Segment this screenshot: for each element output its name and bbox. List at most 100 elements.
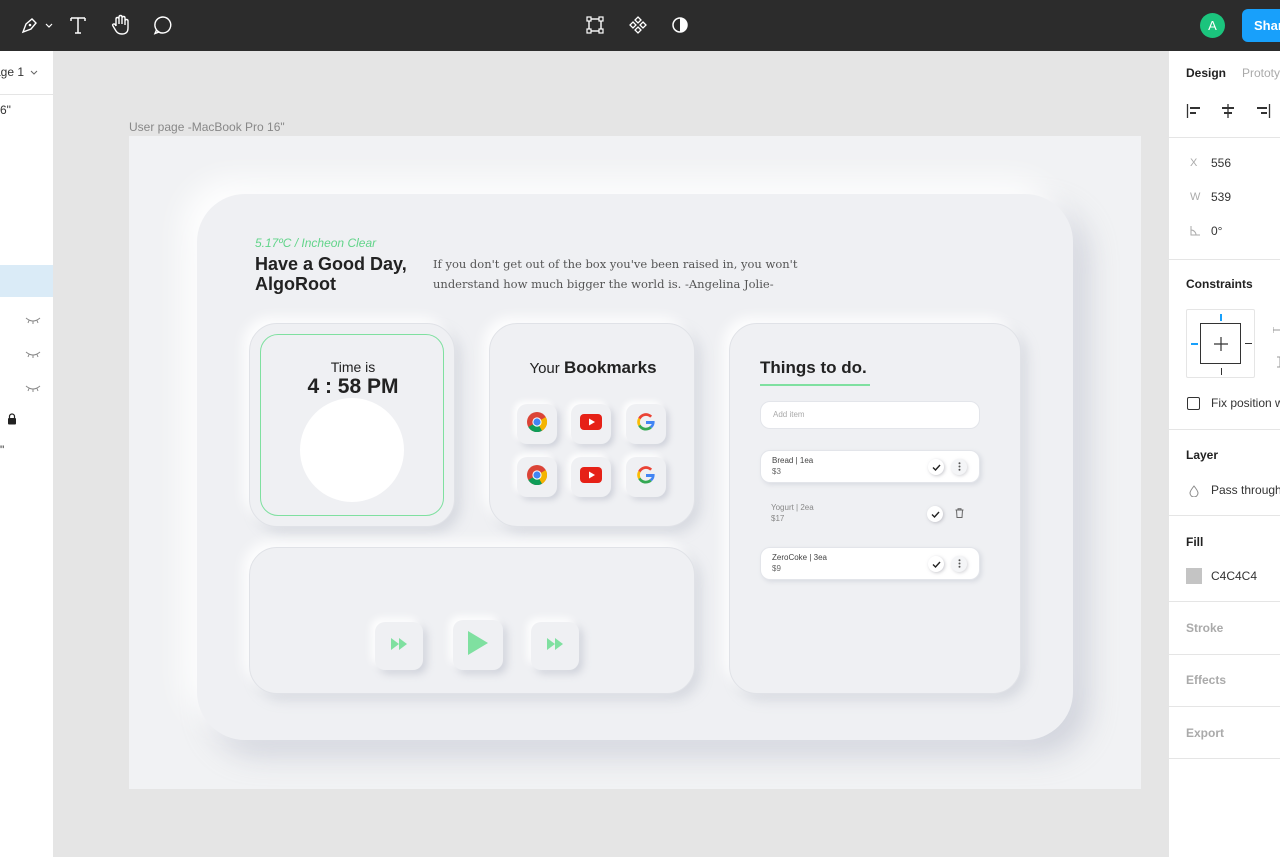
constraints-widget[interactable] [1186, 309, 1255, 378]
todo-item[interactable]: Yogurt | 2ea $17 [760, 498, 980, 531]
effects-title[interactable]: Effects [1186, 673, 1226, 687]
page-selector[interactable]: Page 1 [0, 65, 38, 79]
check-icon [932, 555, 941, 573]
more-vertical-icon [958, 458, 961, 476]
blend-mode-icon [1189, 484, 1199, 502]
w-input[interactable]: 539 [1211, 190, 1231, 204]
constraint-right[interactable] [1245, 343, 1252, 344]
bookmark-youtube-button[interactable] [571, 404, 611, 444]
clock-face [300, 398, 404, 502]
frame-icon[interactable] [583, 13, 607, 37]
rewind-button[interactable] [375, 622, 423, 670]
share-button[interactable]: Share [1242, 9, 1280, 42]
panel-divider [1169, 706, 1280, 707]
panel-divider [0, 94, 53, 95]
hand-tool-icon[interactable] [109, 13, 133, 37]
rotation-icon [1190, 225, 1201, 239]
rotation-input[interactable]: 0° [1211, 224, 1222, 238]
layer-name-fragment[interactable]: 6" [0, 103, 11, 117]
bookmark-google-button[interactable] [626, 404, 666, 444]
trash-icon [955, 505, 964, 523]
youtube-icon [580, 466, 602, 488]
contrast-icon[interactable] [668, 13, 692, 37]
fix-position-checkbox[interactable] [1187, 397, 1200, 410]
play-button[interactable] [453, 620, 503, 670]
todo-item-name: Yogurt | 2ea [771, 503, 814, 512]
todo-title-underline [760, 384, 870, 386]
todo-item[interactable]: Bread | 1ea $3 [760, 450, 980, 483]
panel-divider [1169, 429, 1280, 430]
export-title[interactable]: Export [1186, 726, 1224, 740]
panel-divider [1169, 654, 1280, 655]
todo-item-price: $3 [772, 467, 781, 476]
todo-item-price: $9 [772, 564, 781, 573]
panel-divider [1169, 137, 1280, 138]
todo-card: Things to do. Add item Bread | 1ea $3 Yo… [729, 323, 1021, 694]
constraint-top[interactable] [1220, 314, 1222, 321]
todo-item-name: ZeroCoke | 3ea [772, 553, 827, 562]
design-panel: Design Prototype X 556 W 539 0° Constrai… [1168, 51, 1280, 857]
bookmark-chrome-button[interactable] [517, 457, 557, 497]
plus-icon [1213, 336, 1229, 357]
bookmark-youtube-button[interactable] [571, 457, 611, 497]
tab-design[interactable]: Design [1186, 66, 1226, 80]
youtube-icon [580, 413, 602, 435]
selected-layer-row[interactable] [0, 265, 53, 297]
google-icon [635, 411, 657, 438]
frame-label[interactable]: User page -MacBook Pro 16" [129, 120, 285, 134]
bookmarks-card: Your Bookmarks [489, 323, 695, 527]
time-card-inner: Time is 4 : 58 PM [260, 334, 444, 516]
pen-tool-icon[interactable] [17, 13, 55, 37]
google-icon [635, 464, 657, 491]
top-toolbar: A Share [0, 0, 1280, 51]
avatar[interactable]: A [1200, 13, 1225, 38]
greeting-heading: Have a Good Day, AlgoRoot [255, 254, 407, 294]
text-tool-icon[interactable] [66, 13, 90, 37]
todo-item-name: Bread | 1ea [772, 456, 814, 465]
play-icon [467, 630, 489, 661]
hidden-eye-icon[interactable] [25, 380, 41, 392]
quote-text: If you don't get out of the box you've b… [433, 257, 798, 291]
check-button[interactable] [928, 459, 944, 475]
fill-color-swatch[interactable] [1186, 568, 1202, 584]
layer-title: Layer [1186, 448, 1219, 462]
constraint-inner-box [1200, 323, 1241, 364]
component-icon[interactable] [626, 13, 650, 37]
more-button[interactable] [951, 459, 967, 475]
layer-name-fragment[interactable]: " [0, 443, 4, 457]
check-button[interactable] [928, 556, 944, 572]
fast-forward-button[interactable] [531, 622, 579, 670]
bookmark-chrome-button[interactable] [517, 404, 557, 444]
check-icon [931, 505, 940, 523]
horizontal-constraint-icon[interactable] [1272, 321, 1280, 339]
delete-button[interactable] [953, 507, 965, 521]
fill-hex-input[interactable]: C4C4C4 [1211, 569, 1257, 583]
bookmarks-title: Your Bookmarks [490, 358, 696, 378]
add-item-input[interactable]: Add item [760, 401, 980, 429]
tab-prototype[interactable]: Prototype [1242, 66, 1280, 80]
constraint-left[interactable] [1191, 343, 1198, 345]
todo-item[interactable]: ZeroCoke | 3ea $9 [760, 547, 980, 580]
hidden-eye-icon[interactable] [25, 346, 41, 358]
todo-item-price: $17 [771, 514, 785, 523]
comment-tool-icon[interactable] [151, 13, 175, 37]
more-button[interactable] [951, 556, 967, 572]
hidden-eye-icon[interactable] [25, 312, 41, 324]
check-button[interactable] [927, 506, 943, 522]
more-vertical-icon [958, 555, 961, 573]
x-input[interactable]: 556 [1211, 156, 1231, 170]
align-left-icon[interactable] [1186, 103, 1202, 119]
panel-divider [1169, 515, 1280, 516]
chevron-down-icon [30, 65, 38, 79]
constraint-bottom[interactable] [1221, 368, 1222, 375]
fix-position-label: Fix position when scrolling [1211, 396, 1280, 410]
lock-icon[interactable] [7, 412, 17, 425]
time-card: Time is 4 : 58 PM [249, 323, 455, 527]
align-center-icon[interactable] [1220, 103, 1236, 119]
w-label: W [1190, 191, 1201, 203]
blend-mode-select[interactable]: Pass through [1211, 483, 1280, 497]
bookmark-google-button[interactable] [626, 457, 666, 497]
bookmarks-title-prefix: Your [529, 360, 560, 377]
align-right-icon[interactable] [1255, 103, 1271, 119]
stroke-title[interactable]: Stroke [1186, 621, 1223, 635]
